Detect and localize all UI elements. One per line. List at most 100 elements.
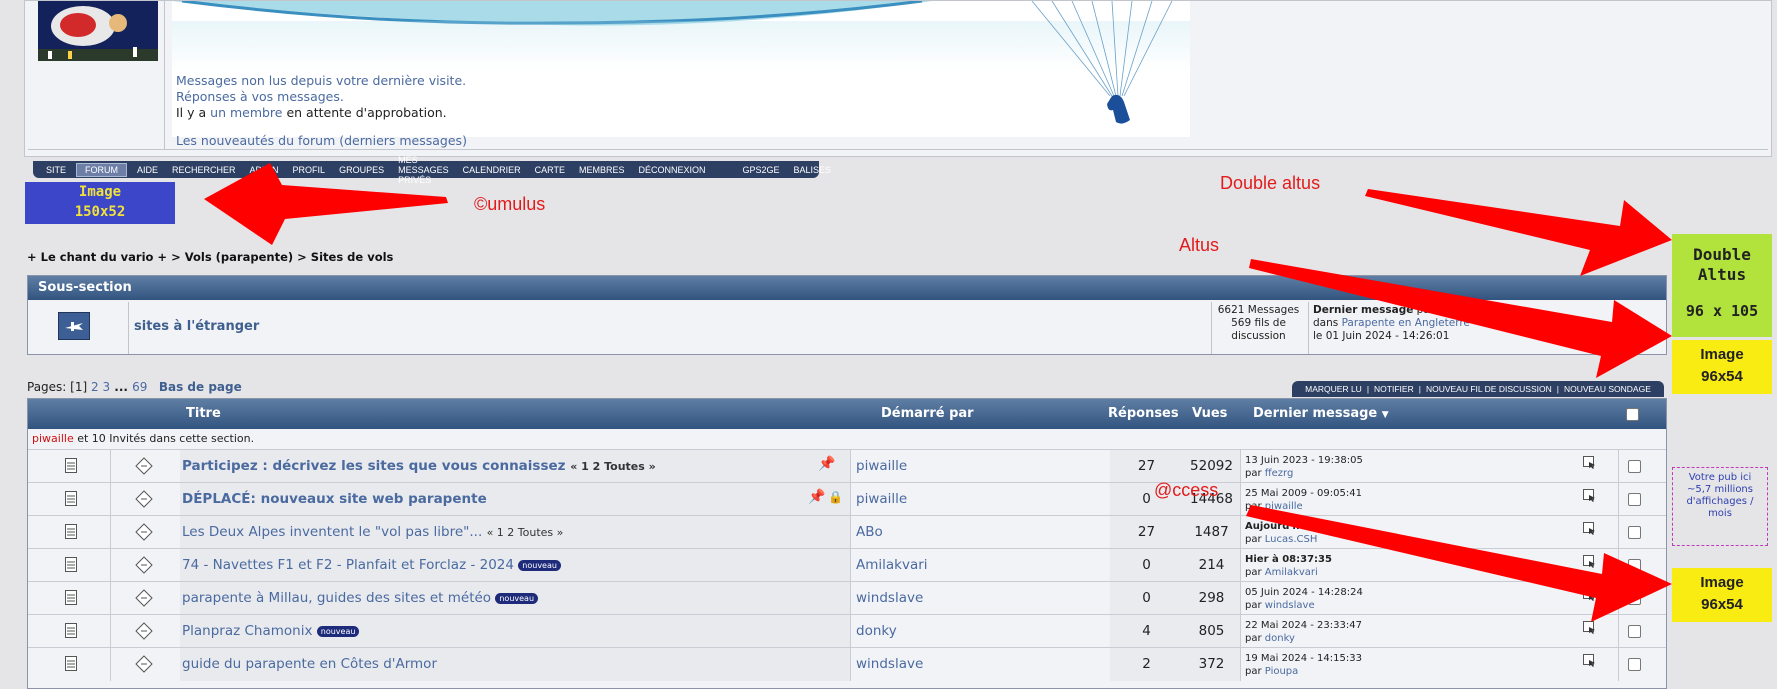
nav-item-admin[interactable]: ADMIN: [250, 165, 279, 175]
last-message-user[interactable]: donky: [1265, 633, 1295, 644]
viewer-user[interactable]: piwaille: [32, 432, 74, 445]
goto-last-icon[interactable]: [1583, 654, 1596, 667]
nav-item-membres[interactable]: MEMBRES: [579, 165, 625, 175]
topic-select-checkbox[interactable]: [1628, 658, 1641, 671]
topic-author-link[interactable]: Amilakvari: [856, 557, 928, 573]
bottom-of-page-link[interactable]: Bas de page: [159, 380, 242, 394]
topic-select-checkbox[interactable]: [1628, 526, 1641, 539]
topic-select-checkbox[interactable]: [1628, 559, 1641, 572]
page-last-link[interactable]: 69: [132, 380, 147, 394]
nav-item-groupes[interactable]: GROUPES: [339, 165, 384, 175]
viewers-line: piwaille et 10 Invités dans cette sectio…: [32, 432, 254, 445]
topic-select-checkbox[interactable]: [1628, 493, 1641, 506]
ad-image-96x54-top[interactable]: Image 96x54: [1672, 340, 1772, 394]
nav-item-calendrier[interactable]: CALENDRIER: [463, 165, 521, 175]
topic-author-link[interactable]: piwaille: [856, 491, 907, 507]
col-title[interactable]: Titre: [186, 399, 221, 429]
topic-title-link[interactable]: Les Deux Alpes inventent le "vol pas lib…: [182, 524, 482, 540]
last-message-user[interactable]: Lucas.CSH: [1265, 534, 1318, 545]
subsection-title[interactable]: sites à l'étranger: [134, 319, 259, 334]
ad-image-150x52[interactable]: Image 150x52: [25, 182, 175, 224]
last-in-link[interactable]: Parapente en Angleterre: [1342, 317, 1470, 329]
table-row[interactable]: guide du parapente en Côtes d'Armor wind…: [28, 647, 1666, 681]
forum-news-link[interactable]: Les nouveautés du forum (derniers messag…: [176, 133, 467, 148]
goto-last-icon[interactable]: [1583, 555, 1596, 568]
ad-double-altus[interactable]: Double Altus 96 x 105: [1672, 234, 1772, 337]
nav-item-mes-messages-priv-s[interactable]: MES MESSAGES PRIVÉS: [398, 155, 449, 185]
ad-line-3: 96 x 105: [1685, 302, 1759, 320]
nav-item-aide[interactable]: AIDE: [137, 165, 158, 175]
topic-author-link[interactable]: donky: [856, 623, 897, 639]
last-message-user[interactable]: ffezrg: [1265, 468, 1294, 479]
topic-views: 372: [1198, 656, 1225, 672]
topic-author-link[interactable]: windslave: [856, 656, 923, 672]
page-3-link[interactable]: 3: [102, 380, 110, 394]
topic-type-icon: [135, 490, 153, 508]
topic-title-link[interactable]: parapente à Millau, guides des sites et …: [182, 590, 491, 606]
topic-select-checkbox[interactable]: [1628, 460, 1641, 473]
table-row[interactable]: DÉPLACÉ: nouveaux site web parapente piw…: [28, 482, 1666, 516]
col-views[interactable]: Vues: [1192, 399, 1227, 429]
nav-item-profil[interactable]: PROFIL: [293, 165, 326, 175]
toolbar-marquer-lu[interactable]: MARQUER LU: [1305, 384, 1362, 394]
ad-placeholder[interactable]: Votre pub ici ~5,7 millions d'affichages…: [1672, 467, 1768, 546]
ad-image-96x54-bottom[interactable]: Image 96x54: [1672, 568, 1772, 622]
topic-title-link[interactable]: 74 - Navettes F1 et F2 - Planfait et For…: [182, 557, 514, 573]
goto-last-icon[interactable]: [1583, 489, 1596, 502]
annotation-cumulus: ©umulus: [474, 194, 546, 214]
unread-messages-link[interactable]: Messages non lus depuis votre dernière v…: [176, 73, 466, 88]
goto-last-icon[interactable]: [1583, 621, 1596, 634]
topic-select-checkbox[interactable]: [1628, 592, 1641, 605]
topic-pages[interactable]: « 1 2 Toutes »: [487, 526, 564, 539]
nav-item-d-connexion[interactable]: DÉCONNEXION: [638, 165, 705, 175]
table-row[interactable]: parapente à Millau, guides des sites et …: [28, 581, 1666, 615]
breadcrumb-item-home[interactable]: + Le chant du vario +: [27, 250, 167, 264]
by-label: par: [1245, 666, 1265, 677]
topic-title-link[interactable]: DÉPLACÉ: nouveaux site web parapente: [182, 491, 487, 507]
nav-item-forum[interactable]: FORUM: [76, 162, 128, 177]
goto-last-icon[interactable]: [1583, 588, 1596, 601]
topic-author-link[interactable]: windslave: [856, 590, 923, 606]
topic-pages[interactable]: « 1 2 Toutes »: [570, 460, 656, 473]
toolbar-nouveau-fil-de-discussion[interactable]: NOUVEAU FIL DE DISCUSSION: [1426, 384, 1552, 394]
nav-item-site[interactable]: SITE: [46, 165, 66, 175]
topic-author-link[interactable]: piwaille: [856, 458, 907, 474]
last-message-user[interactable]: piwaille: [1265, 501, 1303, 512]
col-started-by[interactable]: Démarré par: [881, 399, 974, 429]
table-row[interactable]: Les Deux Alpes inventent le "vol pas lib…: [28, 515, 1666, 549]
table-row[interactable]: Participez : décrivez les sites que vous…: [28, 449, 1666, 483]
page-2-link[interactable]: 2: [91, 380, 99, 394]
nav-item-rechercher[interactable]: RECHERCHER: [172, 165, 236, 175]
header-inner: Messages non lus depuis votre dernière v…: [28, 1, 1768, 150]
nav-item-gps2ge[interactable]: GPS2GE: [742, 165, 779, 175]
topic-title-link[interactable]: Planpraz Chamonix: [182, 623, 312, 639]
last-message-user[interactable]: Pioupa: [1265, 666, 1299, 677]
last-message-user[interactable]: windslave: [1265, 600, 1315, 611]
select-all-checkbox[interactable]: [1626, 408, 1639, 421]
header-links: Messages non lus depuis votre dernière v…: [176, 73, 467, 148]
pending-member-link[interactable]: un membre: [210, 105, 282, 120]
topic-select-checkbox[interactable]: [1628, 625, 1641, 638]
replies-link[interactable]: Réponses à vos messages.: [176, 89, 344, 104]
topic-last-message: Aujourd'hui à 15: par Lucas.CSH: [1245, 520, 1342, 546]
table-row[interactable]: Planpraz Chamonix nouveau donky 4 805 22…: [28, 614, 1666, 648]
by-label: par: [1245, 468, 1265, 479]
col-replies[interactable]: Réponses: [1108, 399, 1179, 429]
breadcrumb-item-sites[interactable]: Sites de vols: [311, 250, 394, 264]
topic-type-icon: [135, 523, 153, 541]
topic-title-link[interactable]: guide du parapente en Côtes d'Armor: [182, 656, 437, 672]
nav-item-balises[interactable]: BALISES: [794, 165, 832, 175]
col-last-message[interactable]: Dernier message ▼: [1253, 399, 1389, 429]
topic-author-link[interactable]: ABo: [856, 524, 883, 540]
avatar[interactable]: [38, 1, 158, 61]
table-row[interactable]: 74 - Navettes F1 et F2 - Planfait et For…: [28, 548, 1666, 582]
topic-title-link[interactable]: Participez : décrivez les sites que vous…: [182, 458, 566, 474]
breadcrumb-item-vols[interactable]: Vols (parapente): [185, 250, 293, 264]
nav-item-carte[interactable]: CARTE: [535, 165, 565, 175]
subsection-row[interactable]: sites à l'étranger 6621 Messages 569 fil…: [28, 302, 1666, 354]
goto-last-icon[interactable]: [1583, 456, 1596, 469]
toolbar-nouveau-sondage[interactable]: NOUVEAU SONDAGE: [1564, 384, 1651, 394]
toolbar-notifier[interactable]: NOTIFIER: [1374, 384, 1414, 394]
goto-last-icon[interactable]: [1583, 522, 1596, 535]
last-message-user[interactable]: Amilakvari: [1265, 567, 1318, 578]
